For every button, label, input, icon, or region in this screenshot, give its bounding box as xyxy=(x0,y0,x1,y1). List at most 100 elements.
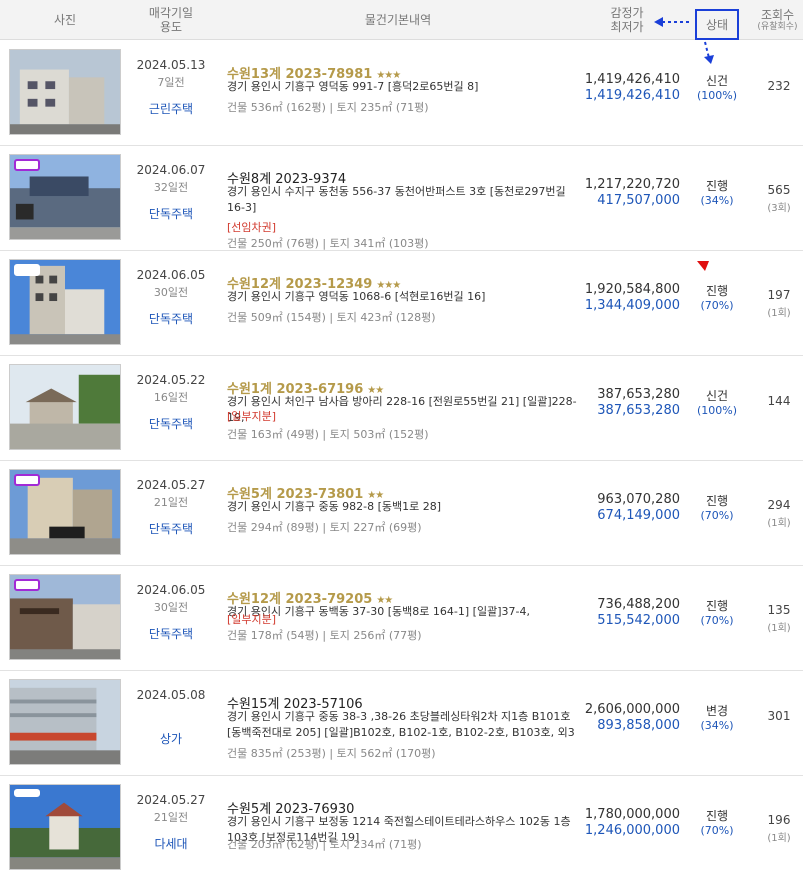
special-note: [일부지분] xyxy=(227,410,277,423)
status-percent: (34%) xyxy=(700,194,734,207)
photo-badge xyxy=(14,474,40,486)
days-ago: 21일전 xyxy=(153,496,189,509)
view-count: 565 xyxy=(767,183,791,197)
header-basic-label: 물건기본내역 xyxy=(364,13,432,27)
area-info: 건물 835㎡ (253평) | 토지 562㎡ (170평) xyxy=(227,747,436,760)
property-use[interactable]: 근린주택 xyxy=(130,100,212,117)
status: 진행 xyxy=(705,179,729,193)
appraisal-price: 1,217,220,720 xyxy=(584,177,680,192)
minimum-price: 387,653,280 xyxy=(597,403,680,418)
sale-date: 2024.06.05 xyxy=(136,583,206,597)
sale-date: 2024.05.22 xyxy=(136,373,206,387)
view-count: 197 xyxy=(767,288,791,302)
area-info: 건물 163㎡ (49평) | 토지 503㎡ (152평) xyxy=(227,428,429,441)
area-info: 건물 509㎡ (154평) | 토지 423㎡ (128평) xyxy=(227,311,436,324)
property-use[interactable]: 단독주택 xyxy=(130,205,212,222)
table-row[interactable]: 2024.05.08 상가 수원15계 2023-57106 경기 용인시 기흥… xyxy=(0,671,803,776)
property-photo[interactable] xyxy=(9,784,121,870)
header-date-label: 매각기일 xyxy=(148,6,194,20)
property-use[interactable]: 단독주택 xyxy=(130,520,212,537)
property-photo[interactable] xyxy=(9,49,121,135)
days-ago: 30일전 xyxy=(153,286,189,299)
property-photo[interactable] xyxy=(9,574,121,660)
appraisal-price: 1,780,000,000 xyxy=(584,807,680,822)
minimum-price: 1,419,426,410 xyxy=(584,88,680,103)
status: 진행 xyxy=(705,494,729,508)
property-use[interactable]: 단독주택 xyxy=(130,415,212,432)
status-percent: (70%) xyxy=(700,509,734,522)
photo-badge xyxy=(14,789,40,797)
header-basic: 물건기본내역 xyxy=(212,0,584,40)
view-count: 301 xyxy=(767,709,791,723)
property-address: 경기 용인시 기흥구 중동 38-3 ,38-26 초당블레싱타워2차 지1층 … xyxy=(227,710,575,739)
minimum-price: 417,507,000 xyxy=(597,193,680,208)
property-address: 경기 용인시 기흥구 동백동 37-30 [동백8로 164-1] [일괄]37… xyxy=(227,605,530,618)
status: 진행 xyxy=(705,809,729,823)
area-info: 건물 250㎡ (76평) | 토지 341㎡ (103평) xyxy=(227,237,429,250)
view-count: 144 xyxy=(767,394,791,408)
appraisal-price: 2,606,000,000 xyxy=(584,702,680,717)
property-use[interactable]: 상가 xyxy=(130,730,212,747)
area-info: 건물 536㎡ (162평) | 토지 235㎡ (71평) xyxy=(227,101,429,114)
table-row[interactable]: 2024.05.13 7일전 근린주택 수원13계 2023-78981 ★★★ … xyxy=(0,41,803,146)
fail-count: (1회) xyxy=(767,308,791,319)
table-row[interactable]: 2024.05.22 16일전 단독주택 수원1계 2023-67196 ★★ 경… xyxy=(0,356,803,461)
status-percent: (70%) xyxy=(700,614,734,627)
sale-date: 2024.05.27 xyxy=(136,793,206,807)
header-views[interactable]: 조회수 (유찰회수) xyxy=(752,0,803,40)
sale-date: 2024.05.08 xyxy=(136,688,206,702)
header-minimum-label: 최저가 xyxy=(610,20,644,34)
property-photo[interactable] xyxy=(9,364,121,450)
property-address: 경기 용인시 기흥구 영덕동 1068-6 [석현로16번길 16] xyxy=(227,290,486,303)
property-photo[interactable] xyxy=(9,154,121,240)
property-photo[interactable] xyxy=(9,259,121,345)
minimum-price: 1,246,000,000 xyxy=(584,823,680,838)
sale-date: 2024.05.13 xyxy=(136,58,206,72)
property-use[interactable]: 단독주택 xyxy=(130,310,212,327)
appraisal-price: 387,653,280 xyxy=(597,387,680,402)
status-percent: (34%) xyxy=(700,719,734,732)
table-row[interactable]: 2024.06.05 30일전 단독주택 수원12계 2023-12349 ★★★… xyxy=(0,251,803,356)
fail-count: (3회) xyxy=(767,203,791,214)
property-use[interactable]: 단독주택 xyxy=(130,625,212,642)
area-info: 건물 178㎡ (54평) | 토지 256㎡ (77평) xyxy=(227,629,422,642)
header-status[interactable]: 상태 xyxy=(695,9,739,40)
photo-badge xyxy=(14,264,40,276)
status: 진행 xyxy=(705,284,729,298)
status-percent: (100%) xyxy=(696,89,738,102)
table-row[interactable]: 2024.06.05 30일전 단독주택 수원12계 2023-79205 ★★ … xyxy=(0,566,803,671)
property-address: 경기 용인시 처인구 남사읍 방아리 228-16 [전원로55번길 21] [… xyxy=(227,395,577,424)
minimum-price: 893,858,000 xyxy=(597,718,680,733)
header-status-label: 상태 xyxy=(705,17,729,32)
property-address: 경기 용인시 기흥구 중동 982-8 [동백1로 28] xyxy=(227,500,442,513)
fail-count: (1회) xyxy=(767,833,791,844)
special-note: [선임차권] xyxy=(227,221,277,234)
days-ago: 30일전 xyxy=(153,601,189,614)
days-ago: 21일전 xyxy=(153,811,189,824)
property-photo[interactable] xyxy=(9,679,121,765)
sale-date: 2024.06.05 xyxy=(136,268,206,282)
arrow-left-icon xyxy=(654,17,692,27)
photo-badge xyxy=(14,579,40,591)
property-address: 경기 용인시 수지구 동천동 556-37 동천어반퍼스트 3호 [동천로297… xyxy=(227,185,566,214)
area-info: 건물 203㎡ (62평) | 토지 234㎡ (71평) xyxy=(227,838,422,851)
appraisal-price: 736,488,200 xyxy=(597,597,680,612)
table-row[interactable]: 2024.05.27 21일전 단독주택 수원5계 2023-73801 ★★ 경… xyxy=(0,461,803,566)
appraisal-price: 1,419,426,410 xyxy=(584,72,680,87)
header-appraisal-label: 감정가 xyxy=(610,6,644,20)
header-use-label: 용도 xyxy=(159,20,183,34)
view-count: 135 xyxy=(767,603,791,617)
table-row[interactable]: 2024.06.07 32일전 단독주택 수원8계 2023-9374 경기 용… xyxy=(0,146,803,251)
property-photo[interactable] xyxy=(9,469,121,555)
days-ago: 7일전 xyxy=(157,76,185,89)
days-ago: 16일전 xyxy=(153,391,189,404)
status-percent: (100%) xyxy=(696,404,738,417)
red-marker-icon xyxy=(697,261,709,271)
minimum-price: 515,542,000 xyxy=(597,613,680,628)
header-photo: 사진 xyxy=(0,0,130,40)
header-date-use[interactable]: 매각기일 용도 xyxy=(130,0,212,40)
table-row[interactable]: 2024.05.27 21일전 다세대 수원5계 2023-76930 경기 용… xyxy=(0,776,803,870)
status-percent: (70%) xyxy=(700,824,734,837)
property-address: 경기 용인시 기흥구 영덕동 991-7 [흥덕2로65번길 8] xyxy=(227,80,479,93)
property-use[interactable]: 다세대 xyxy=(130,835,212,852)
